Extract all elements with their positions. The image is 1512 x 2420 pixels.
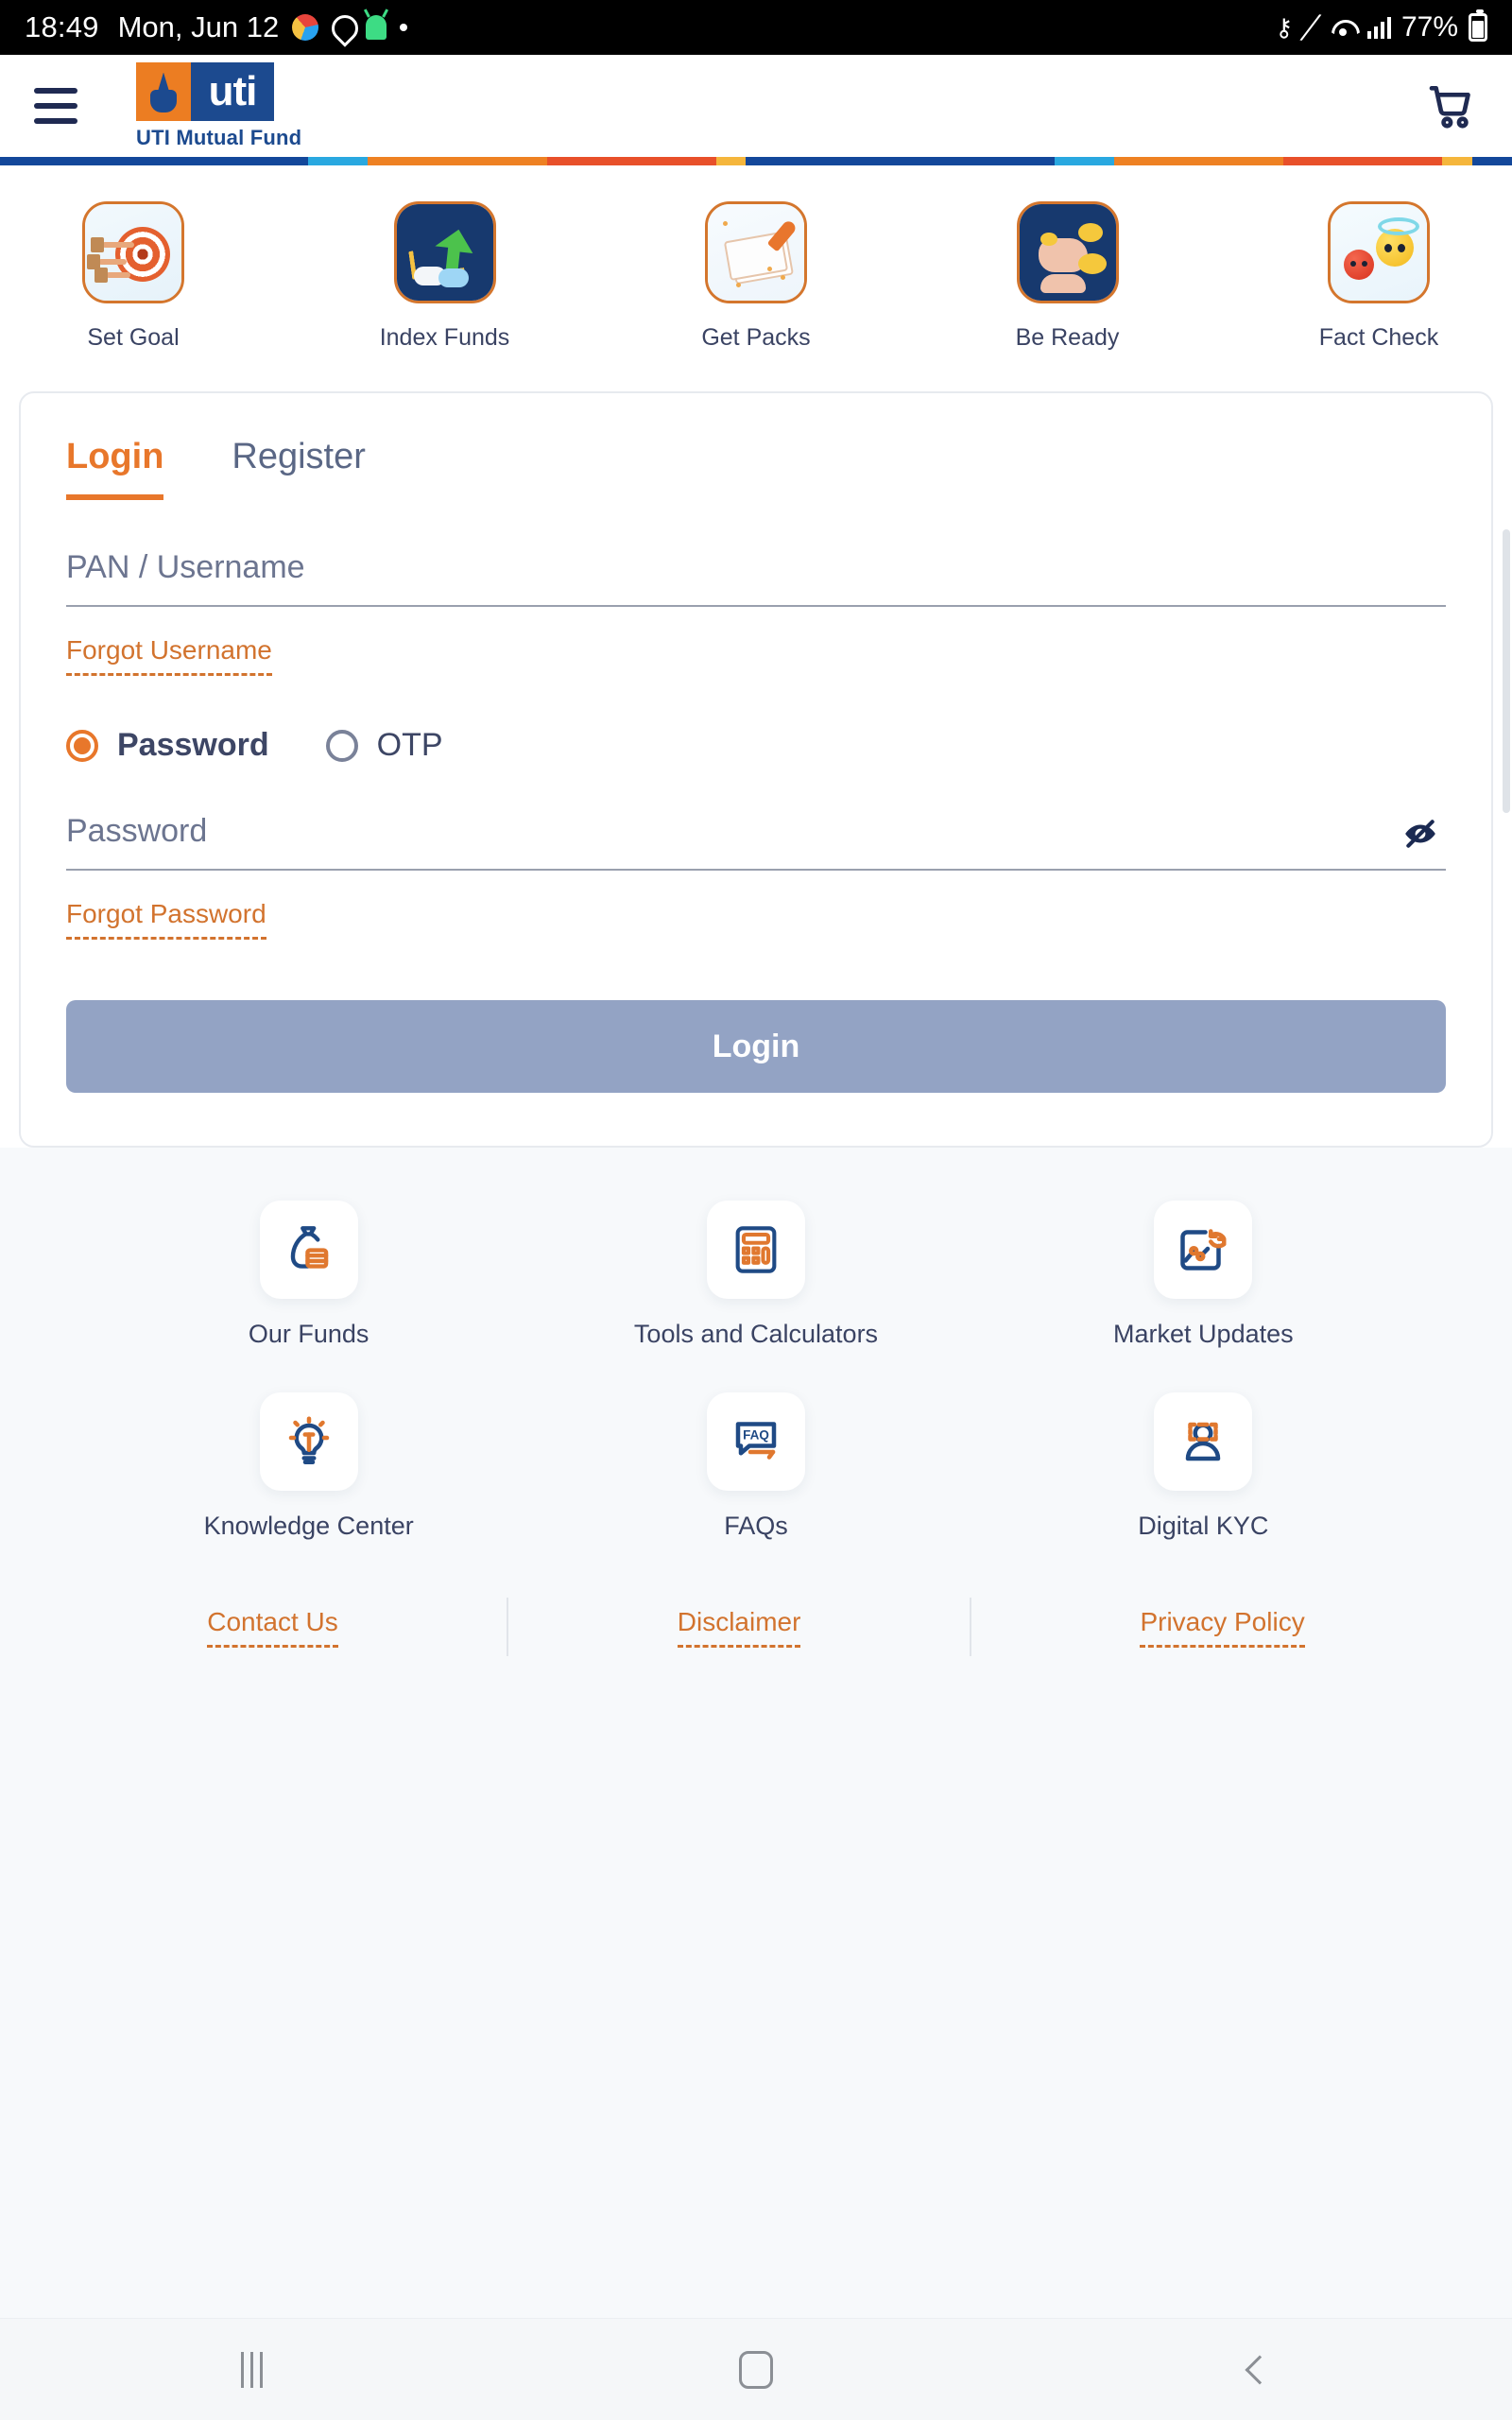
- forgot-password-link[interactable]: Forgot Password: [66, 899, 266, 940]
- target-dart-icon: [82, 201, 184, 303]
- svg-text:FAQ: FAQ: [743, 1428, 769, 1443]
- service-label: Knowledge Center: [203, 1512, 414, 1540]
- password-input[interactable]: [66, 813, 1446, 850]
- service-our-funds[interactable]: Our Funds: [85, 1201, 532, 1349]
- quick-link-label: Index Funds: [379, 324, 510, 351]
- quick-link-set-goal[interactable]: Set Goal: [43, 201, 223, 352]
- chart-refresh-icon: [1154, 1201, 1253, 1299]
- status-time: 18:49: [25, 10, 99, 43]
- service-digital-kyc[interactable]: Digital KYC: [980, 1392, 1427, 1541]
- login-card: Login Register Forgot Username Password …: [19, 391, 1493, 1148]
- service-label: FAQs: [724, 1512, 788, 1540]
- quick-link-label: Be Ready: [1015, 324, 1120, 351]
- service-label: Market Updates: [1113, 1320, 1294, 1348]
- quick-link-fact-check[interactable]: Fact Check: [1289, 201, 1469, 352]
- login-submit-button[interactable]: Login: [66, 1000, 1446, 1093]
- status-bar-left: 18:49 Mon, Jun 12: [25, 10, 408, 44]
- money-bag-icon: [259, 1201, 358, 1299]
- page-scrollbar[interactable]: [1503, 529, 1510, 813]
- tab-register[interactable]: Register: [232, 437, 366, 500]
- growth-arrow-icon: [393, 201, 496, 303]
- lightbulb-icon: [259, 1392, 358, 1491]
- radio-password[interactable]: Password: [66, 727, 269, 764]
- recents-icon[interactable]: [196, 2337, 309, 2403]
- footer-links: Contact Us Disclaimer Privacy Policy: [85, 1598, 1427, 1656]
- service-label: Our Funds: [248, 1320, 369, 1348]
- documents-rocket-icon: [705, 201, 807, 303]
- status-date: Mon, Jun 12: [117, 10, 280, 43]
- android-icon: [366, 15, 387, 40]
- username-field-line: [66, 549, 1446, 607]
- radio-dot-icon: [66, 729, 98, 762]
- eye-slash-icon[interactable]: [1399, 816, 1442, 852]
- forgot-username-link[interactable]: Forgot Username: [66, 635, 272, 676]
- brand-color-stripe: [0, 157, 1512, 165]
- shopping-cart-icon[interactable]: [1425, 79, 1478, 132]
- faq-speech-bubble-icon: FAQ: [706, 1392, 805, 1491]
- battery-icon: [1469, 9, 1487, 42]
- quick-link-label: Get Packs: [701, 324, 811, 351]
- piggy-bank-icon: [1016, 201, 1119, 303]
- calculator-icon: [706, 1201, 805, 1299]
- footer-divider: [969, 1598, 971, 1656]
- radio-otp-label: OTP: [376, 727, 443, 763]
- quick-links-row: Set Goal Index Funds Get Packs Be Ready …: [0, 165, 1512, 376]
- auth-tabs: Login Register: [66, 437, 1446, 500]
- uti-logo[interactable]: uti UTI Mutual Fund: [136, 61, 302, 150]
- service-label: Digital KYC: [1138, 1512, 1269, 1540]
- dot-icon: [400, 24, 408, 31]
- services-section: Our Funds Tools and Calculators Market U…: [0, 1148, 1512, 2318]
- status-bar-right: ⚷ ╱ 77%: [1275, 9, 1487, 43]
- back-icon[interactable]: [1203, 2337, 1316, 2403]
- devil-angel-emoji-icon: [1328, 201, 1430, 303]
- vpn-key-icon: ⚷: [1275, 12, 1294, 42]
- auth-method-radio-group: Password OTP: [66, 727, 1446, 764]
- quick-link-get-packs[interactable]: Get Packs: [666, 201, 846, 352]
- home-icon[interactable]: [699, 2337, 813, 2403]
- radio-password-label: Password: [117, 727, 269, 763]
- tab-login[interactable]: Login: [66, 437, 164, 500]
- logo-caption: UTI Mutual Fund: [136, 125, 302, 149]
- logo-wordmark: uti: [191, 61, 274, 121]
- pan-username-input[interactable]: [66, 549, 1446, 586]
- wifi-icon: [1329, 16, 1357, 39]
- quick-link-index-funds[interactable]: Index Funds: [355, 201, 535, 352]
- username-field-group: Forgot Username: [66, 549, 1446, 676]
- footer-link-disclaimer[interactable]: Disclaimer: [677, 1607, 801, 1648]
- service-tools-and-calculators[interactable]: Tools and Calculators: [532, 1201, 979, 1349]
- service-knowledge-center[interactable]: Knowledge Center: [85, 1392, 532, 1541]
- radio-otp[interactable]: OTP: [325, 727, 443, 764]
- footer-link-privacy-policy[interactable]: Privacy Policy: [1140, 1607, 1305, 1648]
- hamburger-menu-icon[interactable]: [34, 88, 77, 124]
- services-grid: Our Funds Tools and Calculators Market U…: [85, 1201, 1427, 1541]
- battery-percent: 77%: [1400, 11, 1458, 43]
- quick-link-label: Fact Check: [1318, 324, 1439, 351]
- chrome-icon: [292, 14, 319, 41]
- footer-divider: [507, 1598, 509, 1656]
- app-header: uti UTI Mutual Fund: [0, 55, 1512, 157]
- service-label: Tools and Calculators: [633, 1320, 879, 1348]
- password-field-line: [66, 813, 1446, 871]
- android-nav-bar: [0, 2318, 1512, 2420]
- person-scan-icon: [1154, 1392, 1253, 1491]
- phone-screen: 18:49 Mon, Jun 12 ⚷ ╱ 77% uti UTI Mutual…: [0, 0, 1512, 2420]
- footer-link-contact-us[interactable]: Contact Us: [207, 1607, 338, 1648]
- quick-link-be-ready[interactable]: Be Ready: [978, 201, 1158, 352]
- pen-icon: ╱: [1300, 11, 1321, 43]
- logo-mark: uti: [136, 61, 274, 121]
- signal-icon: [1366, 16, 1391, 39]
- quick-link-label: Set Goal: [87, 324, 180, 351]
- service-market-updates[interactable]: Market Updates: [980, 1201, 1427, 1349]
- kalash-icon: [136, 61, 191, 121]
- password-field-group: Forgot Password: [66, 813, 1446, 940]
- radio-dot-icon: [325, 729, 358, 762]
- status-bar: 18:49 Mon, Jun 12 ⚷ ╱ 77%: [0, 0, 1512, 55]
- service-faqs[interactable]: FAQ FAQs: [532, 1392, 979, 1541]
- location-pin-icon: [332, 15, 352, 40]
